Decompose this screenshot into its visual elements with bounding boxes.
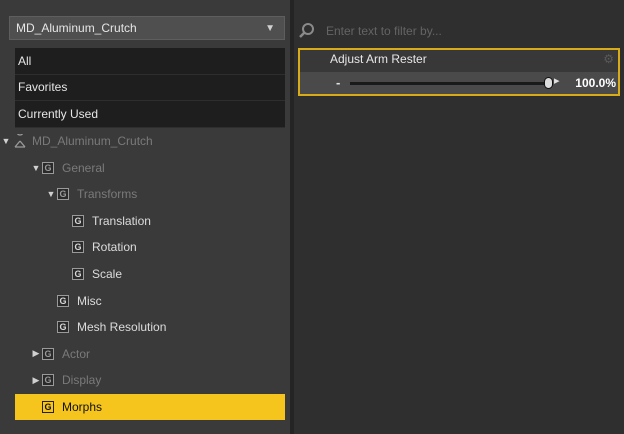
property-group-tree: All Favorites Currently Used ▼ MD_Aluminu… (2, 48, 285, 421)
tree-item-label: Translation (92, 213, 151, 228)
tree-item-label: Display (62, 373, 102, 388)
gear-icon[interactable]: ⚙ (603, 52, 614, 66)
parameters-tree-panel: MD_Aluminum_Crutch ▼ All Favorites Curre… (0, 0, 294, 434)
tree-item-label: General (62, 160, 105, 175)
group-icon: G (72, 241, 84, 254)
category-label: Favorites (18, 80, 68, 95)
collapse-arrow-icon[interactable]: ▶ (30, 348, 42, 359)
group-icon: G (72, 214, 84, 227)
tree-item-scale[interactable]: G Scale (15, 261, 285, 288)
tree-item-rotation[interactable]: G Rotation (15, 234, 285, 261)
group-icon: G (57, 188, 69, 201)
tree-item-mesh-resolution[interactable]: G Mesh Resolution (15, 314, 285, 341)
tree-item-display[interactable]: ▶ G Display (15, 367, 285, 394)
tree-item-label: Transforms (77, 187, 138, 202)
tree-item-label: Scale (92, 267, 123, 282)
decrement-button[interactable]: - (336, 75, 340, 90)
group-icon: G (57, 294, 69, 307)
search-icon[interactable] (298, 22, 316, 40)
parameter-value[interactable]: 100.0% (575, 76, 616, 90)
category-label: Currently Used (18, 106, 99, 121)
expand-arrow-icon[interactable]: ▼ (30, 163, 42, 173)
group-icon: G (42, 161, 54, 174)
parameter-name: Adjust Arm Rester (330, 52, 427, 66)
group-icon: G (42, 347, 54, 360)
tree-item-transforms[interactable]: ▼ G Transforms (15, 181, 285, 208)
node-selector-dropdown[interactable]: MD_Aluminum_Crutch ▼ (9, 16, 285, 40)
tree-item-morphs[interactable]: G Morphs (15, 393, 285, 421)
tree-item-label: MD_Aluminum_Crutch (32, 134, 153, 149)
tree-item-label: Actor (62, 346, 91, 361)
tree-item-label: Rotation (92, 240, 137, 255)
filter-input[interactable] (324, 20, 624, 42)
slider-fill (350, 82, 548, 85)
increment-button[interactable]: ▸ (554, 74, 560, 87)
tree-item-label: Mesh Resolution (77, 320, 167, 335)
category-favorites[interactable]: Favorites (15, 74, 285, 102)
node-selector-value: MD_Aluminum_Crutch (16, 21, 137, 35)
category-label: All (18, 53, 32, 68)
slider-track[interactable] (350, 77, 553, 89)
group-icon: G (72, 268, 84, 281)
tree-item-md-aluminum-crutch[interactable]: ▼ MD_Aluminum_Crutch (0, 128, 285, 155)
tree-item-label: Morphs (62, 400, 103, 415)
category-all[interactable]: All (15, 48, 285, 75)
expand-arrow-icon[interactable]: ▼ (45, 189, 57, 199)
group-icon: G (42, 401, 54, 414)
parameter-slider-card[interactable]: Adjust Arm Rester ⚙ - ▸ 100.0% (298, 48, 620, 96)
expand-arrow-icon[interactable]: ▼ (0, 136, 12, 146)
dropdown-arrow-icon: ▼ (265, 22, 275, 34)
collapse-arrow-icon[interactable]: ▶ (30, 375, 42, 386)
parameters-list-panel: Adjust Arm Rester ⚙ - ▸ 100.0% (294, 0, 624, 434)
tree-item-misc[interactable]: G Misc (15, 287, 285, 314)
figure-icon (14, 134, 26, 148)
tree-item-actor[interactable]: ▶ G Actor (15, 341, 285, 368)
category-currently-used[interactable]: Currently Used (15, 101, 285, 128)
slider-row: - ▸ 100.0% (300, 72, 618, 94)
group-icon: G (57, 321, 69, 334)
tree-item-label: Misc (77, 293, 102, 308)
tree-item-translation[interactable]: G Translation (15, 208, 285, 235)
slider-thumb[interactable] (544, 77, 553, 89)
tree-item-general[interactable]: ▼ G General (15, 154, 285, 181)
filter-bar (298, 20, 624, 42)
group-icon: G (42, 374, 54, 387)
